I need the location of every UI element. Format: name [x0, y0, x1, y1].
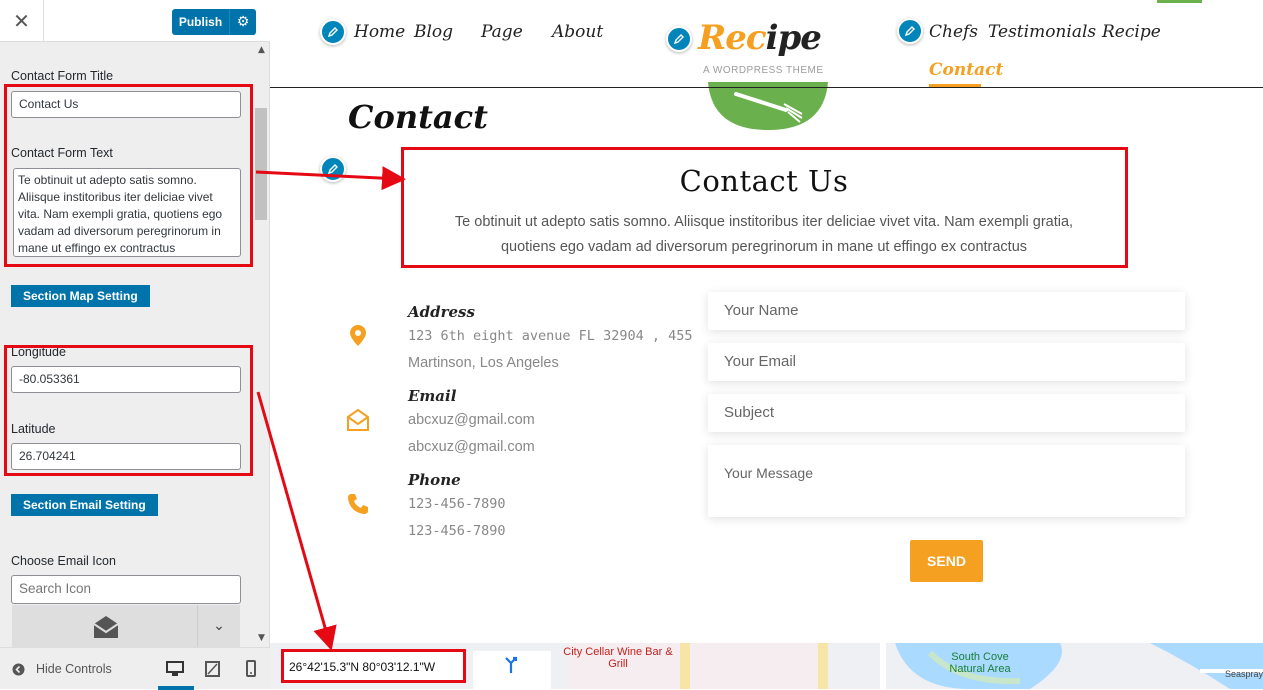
phone-icon [348, 494, 368, 514]
logo-subtitle: A WORDPRESS THEME [703, 65, 824, 76]
header-divider [270, 87, 1263, 88]
search-icon-input[interactable]: Search Icon [11, 575, 241, 604]
annotation-box [4, 345, 253, 476]
choose-email-icon-label: Choose Email Icon [11, 554, 116, 568]
contact-form-title-label: Contact Form Title [11, 69, 114, 83]
phone-heading: Phone [408, 471, 461, 489]
site-logo[interactable]: Recipe A WORDPRESS THEME [693, 18, 843, 133]
mobile-preview-icon[interactable] [240, 658, 262, 680]
your-message-textarea[interactable]: Your Message [708, 445, 1185, 517]
edit-pencil-icon[interactable] [897, 18, 923, 44]
scroll-up-arrow-icon[interactable]: ▲ [258, 45, 265, 55]
address-heading: Address [408, 303, 475, 321]
phone-line[interactable]: 123-456-7890 [408, 523, 506, 539]
tablet-preview-icon[interactable] [202, 658, 224, 680]
send-button[interactable]: SEND [910, 540, 983, 582]
nav-page[interactable]: Page [481, 22, 523, 42]
envelope-open-icon [93, 616, 119, 638]
scrollbar-thumb[interactable] [255, 108, 267, 220]
site-preview: Home Blog Page About Recipe A WORDPRESS … [270, 0, 1263, 689]
page-title: Contact [348, 98, 488, 136]
nav-testimonials[interactable]: Testimonials [988, 22, 1096, 42]
map-marker-icon [350, 325, 366, 346]
hide-controls-label[interactable]: Hide Controls [36, 662, 112, 676]
address-line: 123 6th eight avenue FL 32904 , 455 [408, 328, 693, 344]
nav-home[interactable]: Home [354, 22, 405, 42]
nav-recipe[interactable]: Recipe [1102, 22, 1161, 42]
logo-wordmark: Recipe [698, 18, 822, 58]
publish-button[interactable]: Publish [172, 9, 229, 35]
annotation-box [4, 84, 253, 267]
map-place-label[interactable]: South Cove Natural Area [940, 651, 1020, 675]
nav-chefs[interactable]: Chefs [929, 22, 978, 42]
email-heading: Email [408, 387, 457, 405]
edit-pencil-icon[interactable] [666, 26, 692, 52]
chevron-down-icon[interactable]: ⌄ [197, 605, 240, 647]
nav-contact[interactable]: Contact [929, 60, 1003, 80]
active-device-indicator [158, 686, 194, 690]
directions-button[interactable] [473, 651, 551, 689]
desktop-preview-icon[interactable] [164, 658, 186, 680]
edit-pencil-icon[interactable] [320, 156, 346, 182]
hide-controls-icon[interactable] [12, 663, 25, 676]
email-line[interactable]: abcxuz@gmail.com [408, 439, 535, 455]
map-place-label[interactable]: City Cellar Wine Bar & Grill [563, 646, 673, 670]
your-name-input[interactable]: Your Name [708, 292, 1185, 330]
top-accent-bar [1157, 0, 1202, 3]
map-place-label: Seaspray [1225, 669, 1263, 679]
phone-line[interactable]: 123-456-7890 [408, 496, 506, 512]
customizer-footer: Hide Controls [0, 647, 270, 690]
nav-about[interactable]: About [552, 22, 603, 42]
envelope-open-icon [347, 408, 369, 431]
annotation-box [281, 649, 466, 683]
your-email-input[interactable]: Your Email [708, 343, 1185, 381]
nav-blog[interactable]: Blog [414, 22, 453, 42]
icon-picker[interactable]: ⌄ [12, 605, 240, 647]
edit-pencil-icon[interactable] [320, 19, 346, 45]
address-line: Martinson, Los Angeles [408, 355, 559, 371]
close-icon[interactable]: ✕ [0, 0, 44, 42]
subject-input[interactable]: Subject [708, 394, 1185, 432]
scroll-down-arrow-icon[interactable]: ▼ [258, 633, 265, 643]
section-map-setting-button[interactable]: Section Map Setting [11, 285, 150, 307]
email-line[interactable]: abcxuz@gmail.com [408, 412, 535, 428]
customizer-header: ✕ Publish ⚙ [0, 0, 270, 42]
gear-icon[interactable]: ⚙ [229, 9, 256, 35]
section-email-setting-button[interactable]: Section Email Setting [11, 494, 158, 516]
annotation-box [401, 147, 1128, 268]
directions-icon [505, 656, 518, 673]
